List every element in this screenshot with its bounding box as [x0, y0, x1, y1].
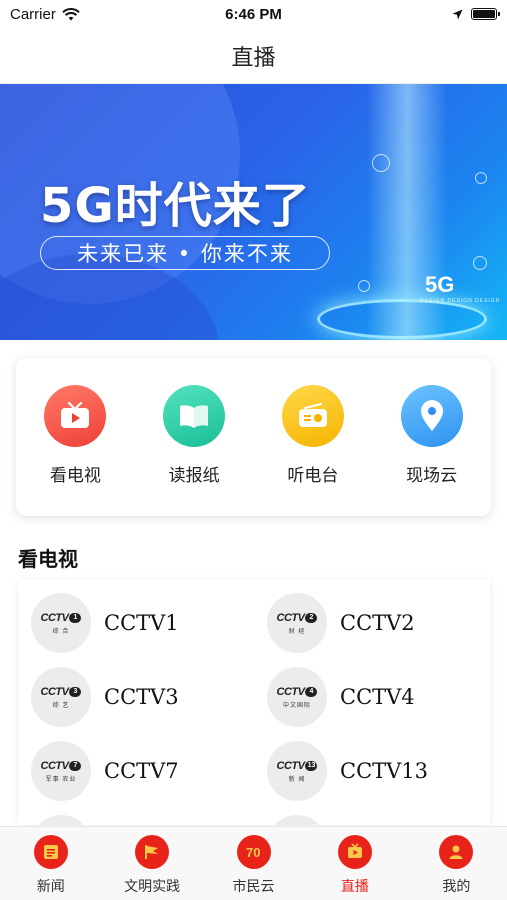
channel-name: CCTV13 — [340, 759, 429, 783]
channel-name: CCTV3 — [104, 685, 179, 709]
quick-entry-label: 看电视 — [49, 466, 101, 486]
banner-headline: 5G时代来了 — [40, 178, 311, 234]
status-right — [357, 8, 500, 20]
channel-item-cctv13[interactable]: CCTV 13 新 闻 CCTV13 — [254, 734, 490, 808]
status-left: Carrier — [10, 6, 150, 23]
quick-entries-card: 看电视 读报纸 听电台 现场云 — [16, 358, 491, 516]
status-bar: Carrier 6:46 PM — [0, 0, 507, 28]
bottom-tab-bar: 新闻 文明实践 70 市民云 直播 我的 — [0, 826, 507, 900]
channel-item-cctv3[interactable]: CCTV 3 综 艺 CCTV3 — [18, 660, 254, 734]
tab-label: 市民云 — [232, 879, 275, 895]
cloud-badge-icon: 70 — [236, 835, 271, 869]
channel-logo: CCTV 3 综 艺 — [31, 667, 91, 727]
section-title-tv: 看电视 — [18, 547, 78, 571]
location-arrow-icon — [452, 9, 463, 19]
channel-name: CCTV2 — [340, 611, 415, 635]
quick-entry-label: 听电台 — [287, 466, 339, 486]
status-time: 6:46 PM — [225, 5, 282, 23]
tab-live[interactable]: 直播 — [304, 827, 405, 900]
tab-label: 直播 — [340, 879, 369, 895]
banner-node-dot — [358, 280, 370, 292]
logo-number: 4 — [305, 686, 318, 697]
news-icon — [33, 835, 68, 869]
location-pin-icon — [400, 385, 463, 447]
logo-word: CCTV — [40, 685, 69, 698]
flag-icon — [135, 835, 170, 869]
quick-entry-listen-radio[interactable]: 听电台 — [263, 385, 363, 486]
logo-word: CCTV — [276, 759, 305, 772]
channel-logo — [267, 815, 327, 825]
logo-word: CCTV — [276, 611, 305, 624]
banner-node-dot — [473, 256, 487, 270]
channel-item-cctv4[interactable]: CCTV 4 中文国际 CCTV4 — [254, 660, 490, 734]
banner-node-dot — [372, 154, 390, 172]
logo-word: CCTV — [40, 759, 69, 772]
channel-name: CCTV4 — [340, 685, 415, 709]
logo-subtitle: 新 闻 — [288, 776, 306, 783]
svg-text:70: 70 — [246, 845, 260, 860]
carrier-label: Carrier — [10, 5, 56, 23]
channel-item-partial[interactable] — [254, 808, 490, 825]
channel-name: CCTV1 — [104, 611, 179, 635]
channel-name: CCTV7 — [104, 759, 179, 783]
channel-logo: CCTV 13 新 闻 — [267, 741, 327, 801]
channel-logo — [31, 815, 91, 825]
channel-logo: CCTV 7 军事 农业 — [31, 741, 91, 801]
logo-subtitle: 中文国际 — [282, 702, 311, 709]
tab-news[interactable]: 新闻 — [0, 827, 101, 900]
wifi-icon — [62, 7, 80, 20]
logo-subtitle: 综 合 — [52, 628, 70, 635]
channel-item-partial[interactable] — [18, 808, 254, 825]
radio-icon — [281, 385, 344, 447]
channel-logo: CCTV 2 财 经 — [267, 593, 327, 653]
tab-label: 文明实践 — [124, 879, 181, 895]
logo-subtitle: 财 经 — [288, 628, 306, 635]
logo-word: CCTV — [40, 611, 69, 624]
logo-number: 7 — [69, 760, 82, 771]
quick-entry-live-cloud[interactable]: 现场云 — [382, 385, 482, 486]
tv-icon — [44, 385, 107, 447]
live-tv-icon — [337, 835, 372, 869]
banner-node-dot — [475, 172, 487, 184]
logo-number: 3 — [69, 686, 82, 697]
quick-entry-read-newspaper[interactable]: 读报纸 — [144, 385, 244, 486]
logo-subtitle: 军事 农业 — [45, 776, 77, 783]
page-title: 直播 — [231, 45, 276, 71]
channel-logo: CCTV 1 综 合 — [31, 593, 91, 653]
nav-bar: 直播 — [0, 28, 507, 84]
tab-citizen-cloud[interactable]: 70 市民云 — [203, 827, 304, 900]
tab-civilization-practice[interactable]: 文明实践 — [101, 827, 202, 900]
logo-word: CCTV — [276, 685, 305, 698]
channel-item-cctv2[interactable]: CCTV 2 财 经 CCTV2 — [254, 586, 490, 660]
tab-label: 新闻 — [36, 879, 65, 895]
channel-logo: CCTV 4 中文国际 — [267, 667, 327, 727]
quick-entry-label: 读报纸 — [168, 466, 220, 486]
channel-list: CCTV 1 综 合 CCTV1 CCTV 2 财 经 CCTV2 CCTV 3 综 … — [18, 580, 490, 825]
battery-icon — [470, 8, 500, 20]
logo-number: 1 — [69, 612, 82, 623]
person-icon — [439, 835, 474, 869]
tab-mine[interactable]: 我的 — [406, 827, 507, 900]
logo-number: 2 — [305, 612, 318, 623]
banner-5g-subtext: DESIGN DESIGN DESIGN — [420, 298, 501, 304]
banner-tagline: 未来已来 • 你来不来 — [40, 236, 330, 270]
tab-label: 我的 — [442, 879, 471, 895]
channel-item-cctv1[interactable]: CCTV 1 综 合 CCTV1 — [18, 586, 254, 660]
quick-entry-label: 现场云 — [406, 466, 458, 486]
logo-number: 13 — [305, 760, 318, 771]
channel-item-cctv7[interactable]: CCTV 7 军事 农业 CCTV7 — [18, 734, 254, 808]
banner-5g-badge: 5G — [425, 272, 455, 297]
quick-entry-watch-tv[interactable]: 看电视 — [25, 385, 125, 486]
book-icon — [163, 385, 226, 447]
logo-subtitle: 综 艺 — [52, 702, 70, 709]
banner-light-ring — [317, 299, 487, 339]
